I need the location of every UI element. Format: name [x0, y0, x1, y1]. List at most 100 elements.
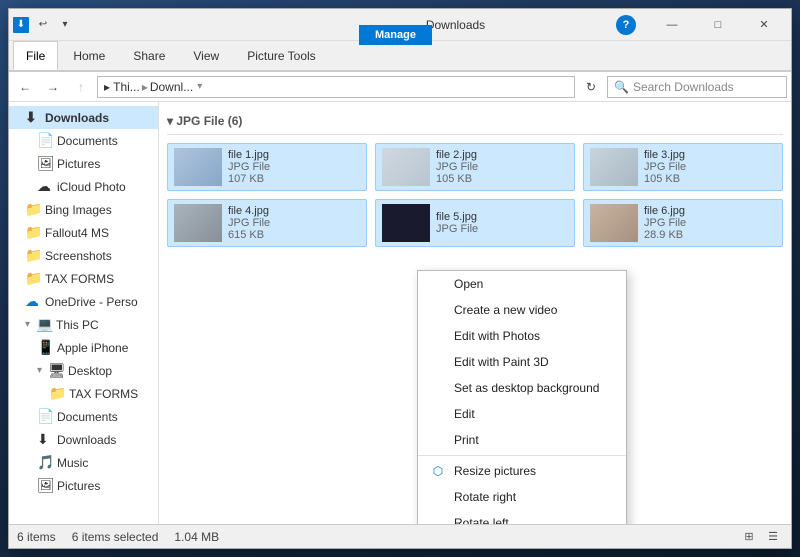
qa-btn-1[interactable]: ↩: [33, 15, 53, 35]
sidebar-item-taxforms[interactable]: 📁 TAX FORMS: [9, 267, 158, 290]
sidebar-item-bing[interactable]: 📁 Bing Images: [9, 198, 158, 221]
cm-print-label: Print: [454, 433, 614, 447]
sidebar-item-desktop[interactable]: ▾ 🖥 Desktop: [9, 359, 158, 382]
cm-set-desktop[interactable]: Set as desktop background: [418, 375, 626, 401]
tab-view[interactable]: View: [180, 41, 232, 70]
cm-edit-photos[interactable]: Edit with Photos: [418, 323, 626, 349]
cm-edit[interactable]: Edit: [418, 401, 626, 427]
cm-resize[interactable]: ⬡ Resize pictures: [418, 458, 626, 484]
sidebar-item-icloud[interactable]: ☁ iCloud Photo: [9, 175, 158, 198]
view-grid-button[interactable]: ⊞: [739, 527, 759, 547]
sidebar-label-desktop: Desktop: [68, 364, 112, 378]
file-info-3: file 3.jpg JPG File 105 KB: [644, 149, 776, 185]
file-size-4: 615 KB: [228, 229, 360, 241]
view-list-button[interactable]: ☰: [763, 527, 783, 547]
file-size-1: 107 KB: [228, 173, 360, 185]
sidebar-item-thispc[interactable]: ▾ 💻 This PC: [9, 313, 158, 336]
search-box[interactable]: 🔍 Search Downloads: [607, 76, 787, 98]
cm-rotate-left-label: Rotate left: [454, 516, 614, 524]
sidebar-item-screenshots[interactable]: 📁 Screenshots: [9, 244, 158, 267]
sidebar-item-pictures[interactable]: 🖼 Pictures: [9, 152, 158, 175]
file-type-3: JPG File: [644, 161, 776, 173]
sidebar-item-music[interactable]: 🎵 Music: [9, 451, 158, 474]
sidebar-item-fallout[interactable]: 📁 Fallout4 MS: [9, 221, 158, 244]
sidebar-item-taxforms2[interactable]: 📁 TAX FORMS: [9, 382, 158, 405]
qa-btn-2[interactable]: ▾: [55, 15, 75, 35]
file-item-5[interactable]: file 5.jpg JPG File: [375, 199, 575, 247]
file-item-4[interactable]: file 4.jpg JPG File 615 KB: [167, 199, 367, 247]
tab-picture-tools[interactable]: Picture Tools: [234, 41, 328, 70]
cm-set-desktop-label: Set as desktop background: [454, 381, 614, 395]
file-item-3[interactable]: file 3.jpg JPG File 105 KB: [583, 143, 783, 191]
minimize-button[interactable]: —: [649, 9, 695, 41]
crumb-this-pc[interactable]: ▸ Thi...: [104, 80, 140, 94]
sidebar-label-thispc: This PC: [56, 318, 99, 332]
cm-print[interactable]: Print: [418, 427, 626, 453]
file-item-1[interactable]: file 1.jpg JPG File 107 KB: [167, 143, 367, 191]
file-item-2[interactable]: file 2.jpg JPG File 105 KB: [375, 143, 575, 191]
crumb-downloads[interactable]: Downl...: [150, 80, 193, 94]
file-group-header: ▾ JPG File (6): [167, 110, 783, 135]
cm-edit-label: Edit: [454, 407, 614, 421]
sidebar-label-fallout: Fallout4 MS: [45, 226, 109, 240]
file-name-1: file 1.jpg: [228, 149, 360, 161]
maximize-button[interactable]: □: [695, 9, 741, 41]
sidebar-item-downloads[interactable]: ⬇ Downloads: [9, 106, 158, 129]
file-grid: file 1.jpg JPG File 107 KB file 2.jpg JP…: [167, 143, 783, 247]
view-toggle: ⊞ ☰: [739, 527, 783, 547]
cm-rotate-left[interactable]: Rotate left: [418, 510, 626, 524]
sidebar-item-pictures2[interactable]: 🖼 Pictures: [9, 474, 158, 497]
path-dropdown[interactable]: ▾: [197, 81, 202, 92]
sidebar-label-documents: Documents: [57, 134, 118, 148]
file-name-4: file 4.jpg: [228, 205, 360, 217]
address-path[interactable]: ▸ Thi... ▸ Downl... ▾: [97, 76, 575, 98]
back-button[interactable]: ←: [13, 75, 37, 99]
file-type-5: JPG File: [436, 223, 568, 235]
thispc-icon: 💻: [36, 316, 52, 333]
thumb-3: [590, 148, 638, 186]
file-size-2: 105 KB: [436, 173, 568, 185]
pictures2-icon: 🖼: [37, 477, 53, 494]
cm-create-video-icon: [430, 302, 446, 318]
file-info-4: file 4.jpg JPG File 615 KB: [228, 205, 360, 241]
sidebar-item-downloads2[interactable]: ⬇ Downloads: [9, 428, 158, 451]
sidebar-item-iphone[interactable]: 📱 Apple iPhone: [9, 336, 158, 359]
cm-rotate-right[interactable]: Rotate right: [418, 484, 626, 510]
selected-count: 6 items selected: [72, 530, 159, 544]
iphone-icon: 📱: [37, 339, 53, 356]
file-item-6[interactable]: file 6.jpg JPG File 28.9 KB: [583, 199, 783, 247]
file-info-2: file 2.jpg JPG File 105 KB: [436, 149, 568, 185]
music-icon: 🎵: [37, 454, 53, 471]
file-name-6: file 6.jpg: [644, 205, 776, 217]
close-button[interactable]: ✕: [741, 9, 787, 41]
help-button[interactable]: ?: [603, 9, 649, 41]
up-button[interactable]: ↑: [69, 75, 93, 99]
cm-edit-photos-icon: [430, 328, 446, 344]
thumb-4: [174, 204, 222, 242]
sidebar-item-documents[interactable]: 📄 Documents: [9, 129, 158, 152]
icloud-icon: ☁: [37, 178, 53, 195]
file-size-3: 105 KB: [644, 173, 776, 185]
tab-share[interactable]: Share: [120, 41, 178, 70]
file-name-2: file 2.jpg: [436, 149, 568, 161]
tab-home[interactable]: Home: [60, 41, 118, 70]
refresh-button[interactable]: ↻: [579, 75, 603, 99]
downloads2-icon: ⬇: [37, 431, 53, 448]
pictures-icon: 🖼: [37, 155, 53, 172]
sidebar-label-downloads2: Downloads: [57, 433, 116, 447]
tab-file[interactable]: File: [13, 41, 58, 70]
cm-rotate-right-icon: [430, 489, 446, 505]
address-bar: ← → ↑ ▸ Thi... ▸ Downl... ▾ ↻ 🔍 Search D…: [9, 72, 791, 102]
sidebar-label-music: Music: [57, 456, 88, 470]
cm-edit-paint3d[interactable]: Edit with Paint 3D: [418, 349, 626, 375]
cm-create-video[interactable]: Create a new video: [418, 297, 626, 323]
cm-edit-paint3d-label: Edit with Paint 3D: [454, 355, 614, 369]
forward-button[interactable]: →: [41, 75, 65, 99]
sidebar-label-icloud: iCloud Photo: [57, 180, 126, 194]
fallout-icon: 📁: [25, 224, 41, 241]
sidebar-item-onedrive[interactable]: ☁ OneDrive - Perso: [9, 290, 158, 313]
cm-open[interactable]: Open: [418, 271, 626, 297]
manage-tab[interactable]: Manage: [359, 25, 432, 45]
sidebar-item-documents2[interactable]: 📄 Documents: [9, 405, 158, 428]
group-chevron[interactable]: ▾: [167, 114, 176, 128]
